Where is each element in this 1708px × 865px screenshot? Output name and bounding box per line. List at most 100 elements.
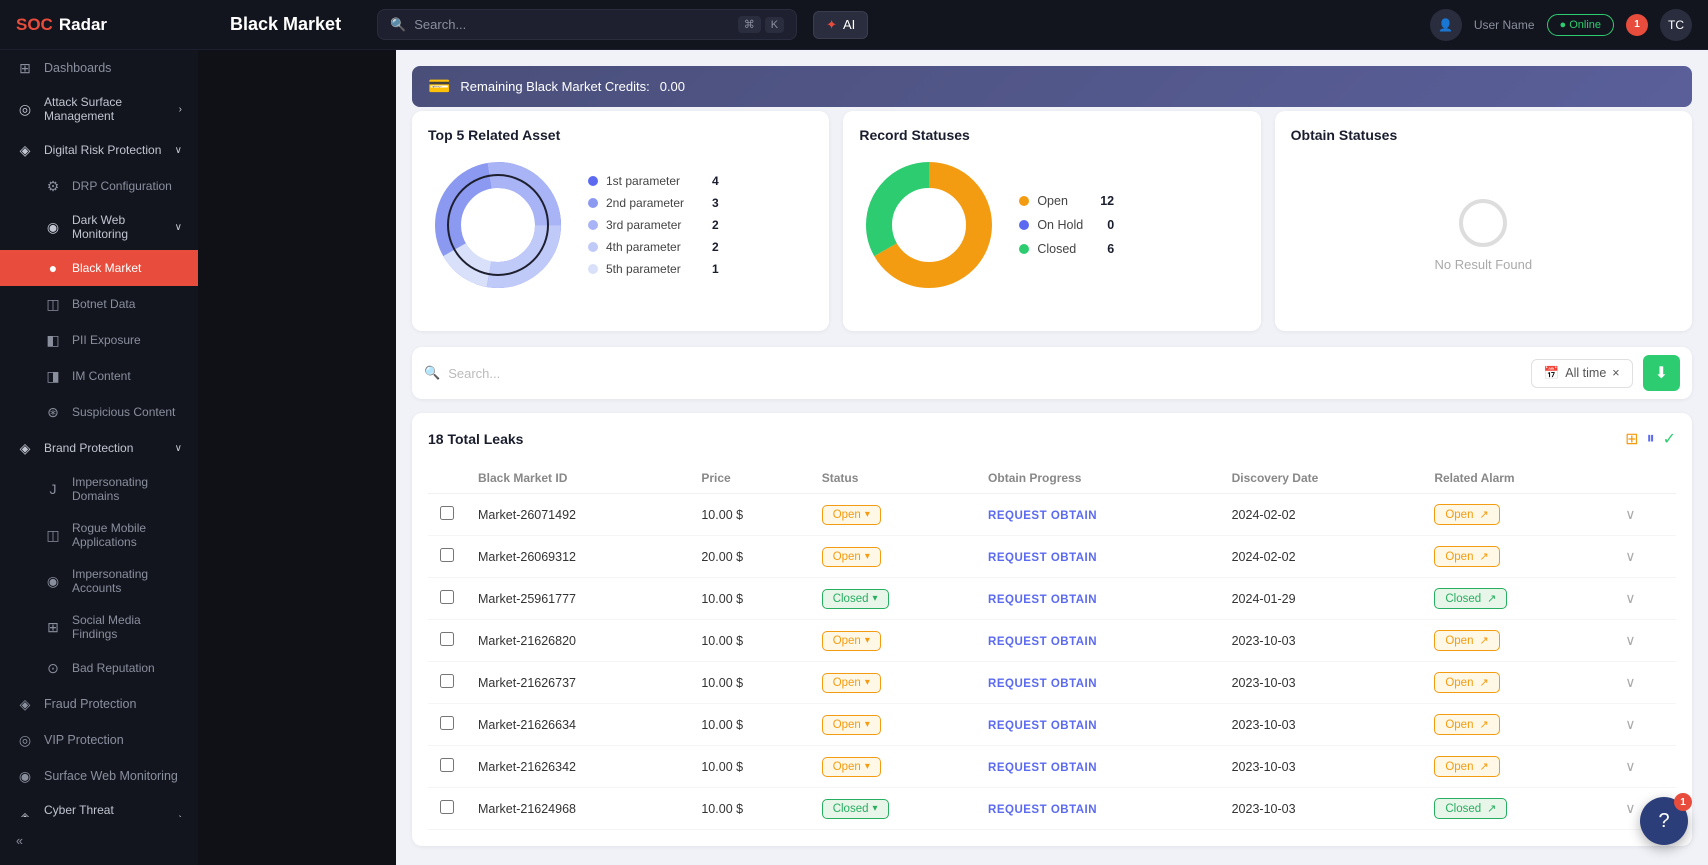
alarm-badge-0[interactable]: Open ↗ <box>1434 504 1499 525</box>
alarm-badge-5[interactable]: Open ↗ <box>1434 714 1499 735</box>
cell-alarm-4[interactable]: Open ↗ <box>1422 662 1613 704</box>
cell-checkbox-1[interactable] <box>428 536 466 578</box>
alarm-badge-1[interactable]: Open ↗ <box>1434 546 1499 567</box>
cell-obtain-5[interactable]: REQUEST OBTAIN <box>976 704 1220 746</box>
status-chevron-7[interactable]: ▾ <box>873 803 878 814</box>
alarm-badge-4[interactable]: Open ↗ <box>1434 672 1499 693</box>
global-search-bar[interactable]: 🔍 ⌘ K <box>377 9 797 40</box>
status-chevron-2[interactable]: ▾ <box>873 593 878 604</box>
sidebar-item-vip-protection[interactable]: ◎ VIP Protection <box>0 722 198 758</box>
alarm-ext-icon-3[interactable]: ↗ <box>1479 634 1488 647</box>
cell-checkbox-6[interactable] <box>428 746 466 788</box>
alarm-ext-icon-1[interactable]: ↗ <box>1479 550 1488 563</box>
cell-obtain-1[interactable]: REQUEST OBTAIN <box>976 536 1220 578</box>
expand-btn-7[interactable]: ∨ <box>1625 800 1635 816</box>
cell-alarm-1[interactable]: Open ↗ <box>1422 536 1613 578</box>
alarm-ext-icon-4[interactable]: ↗ <box>1479 676 1488 689</box>
sidebar-item-social-media[interactable]: ⊞ Social Media Findings <box>0 604 198 650</box>
obtain-link-3[interactable]: REQUEST OBTAIN <box>988 636 1097 648</box>
cell-checkbox-0[interactable] <box>428 494 466 536</box>
sidebar-item-drp-config[interactable]: ⚙ DRP Configuration <box>0 168 198 204</box>
row-checkbox-4[interactable] <box>440 674 454 688</box>
obtain-link-1[interactable]: REQUEST OBTAIN <box>988 552 1097 564</box>
row-checkbox-2[interactable] <box>440 590 454 604</box>
alarm-ext-icon-5[interactable]: ↗ <box>1479 718 1488 731</box>
sidebar-item-dashboards[interactable]: ⊞ Dashboards <box>0 50 198 86</box>
status-badge-5[interactable]: Open ▾ <box>822 715 881 735</box>
help-fab[interactable]: ? 1 <box>1640 797 1688 845</box>
pause-view-icon[interactable]: ⏸ <box>1647 430 1655 448</box>
cell-status-5[interactable]: Open ▾ <box>810 704 976 746</box>
cell-checkbox-5[interactable] <box>428 704 466 746</box>
cell-status-2[interactable]: Closed ▾ <box>810 578 976 620</box>
obtain-link-5[interactable]: REQUEST OBTAIN <box>988 720 1097 732</box>
export-button[interactable]: ⬇ <box>1643 355 1680 391</box>
expand-btn-3[interactable]: ∨ <box>1625 632 1635 648</box>
cell-status-7[interactable]: Closed ▾ <box>810 788 976 830</box>
status-badge-2[interactable]: Closed ▾ <box>822 589 889 609</box>
search-input[interactable] <box>414 17 729 32</box>
cell-expand-0[interactable]: ∨ <box>1613 494 1676 536</box>
obtain-link-6[interactable]: REQUEST OBTAIN <box>988 762 1097 774</box>
sidebar-item-bad-reputation[interactable]: ⊙ Bad Reputation <box>0 650 198 686</box>
status-chevron-4[interactable]: ▾ <box>865 677 870 688</box>
status-badge-1[interactable]: Open ▾ <box>822 547 881 567</box>
alarm-badge-7[interactable]: Closed ↗ <box>1434 798 1507 819</box>
cell-obtain-2[interactable]: REQUEST OBTAIN <box>976 578 1220 620</box>
status-chevron-3[interactable]: ▾ <box>865 635 870 646</box>
row-checkbox-3[interactable] <box>440 632 454 646</box>
cell-alarm-0[interactable]: Open ↗ <box>1422 494 1613 536</box>
sidebar-item-dark-web[interactable]: ◉ Dark Web Monitoring ∨ <box>0 204 198 250</box>
alarm-ext-icon-2[interactable]: ↗ <box>1487 592 1496 605</box>
obtain-link-0[interactable]: REQUEST OBTAIN <box>988 510 1097 522</box>
sidebar-item-surface-web[interactable]: ◉ Surface Web Monitoring <box>0 758 198 794</box>
status-chevron-0[interactable]: ▾ <box>865 509 870 520</box>
status-badge-0[interactable]: Open ▾ <box>822 505 881 525</box>
alarm-badge-2[interactable]: Closed ↗ <box>1434 588 1507 609</box>
row-checkbox-7[interactable] <box>440 800 454 814</box>
alarm-badge-6[interactable]: Open ↗ <box>1434 756 1499 777</box>
sidebar-item-impersonating-domains[interactable]: J Impersonating Domains <box>0 466 198 512</box>
cell-status-0[interactable]: Open ▾ <box>810 494 976 536</box>
cell-checkbox-2[interactable] <box>428 578 466 620</box>
sidebar-item-black-market[interactable]: ● Black Market <box>0 250 198 286</box>
cell-alarm-5[interactable]: Open ↗ <box>1422 704 1613 746</box>
clear-filter-icon[interactable]: × <box>1612 366 1619 380</box>
status-badge-4[interactable]: Open ▾ <box>822 673 881 693</box>
cell-status-1[interactable]: Open ▾ <box>810 536 976 578</box>
row-checkbox-5[interactable] <box>440 716 454 730</box>
alarm-ext-icon-0[interactable]: ↗ <box>1479 508 1488 521</box>
expand-btn-5[interactable]: ∨ <box>1625 716 1635 732</box>
cell-alarm-7[interactable]: Closed ↗ <box>1422 788 1613 830</box>
cell-expand-2[interactable]: ∨ <box>1613 578 1676 620</box>
cell-checkbox-7[interactable] <box>428 788 466 830</box>
expand-btn-6[interactable]: ∨ <box>1625 758 1635 774</box>
cell-checkbox-4[interactable] <box>428 662 466 704</box>
cell-checkbox-3[interactable] <box>428 620 466 662</box>
table-search[interactable]: 🔍 <box>424 365 1521 381</box>
notifications-button[interactable]: 1 <box>1626 14 1648 36</box>
status-chevron-6[interactable]: ▾ <box>865 761 870 772</box>
sidebar-item-suspicious-content[interactable]: ⊛ Suspicious Content <box>0 394 198 430</box>
status-chevron-1[interactable]: ▾ <box>865 551 870 562</box>
cell-alarm-6[interactable]: Open ↗ <box>1422 746 1613 788</box>
cell-status-4[interactable]: Open ▾ <box>810 662 976 704</box>
cell-obtain-6[interactable]: REQUEST OBTAIN <box>976 746 1220 788</box>
status-chevron-5[interactable]: ▾ <box>865 719 870 730</box>
status-badge-3[interactable]: Open ▾ <box>822 631 881 651</box>
expand-btn-1[interactable]: ∨ <box>1625 548 1635 564</box>
sidebar-item-drp[interactable]: ◈ Digital Risk Protection ∨ <box>0 132 198 168</box>
sidebar-item-brand-protection[interactable]: ◈ Brand Protection ∨ <box>0 430 198 466</box>
sidebar-item-pii-exposure[interactable]: ◧ PII Exposure <box>0 322 198 358</box>
check-view-icon[interactable]: ✓ <box>1663 429 1676 449</box>
cell-status-6[interactable]: Open ▾ <box>810 746 976 788</box>
sidebar-item-cti[interactable]: ◈ Cyber Threat Intelligence › <box>0 794 198 817</box>
grid-view-icon[interactable]: ⊞ <box>1625 429 1638 449</box>
status-badge-7[interactable]: Closed ▾ <box>822 799 889 819</box>
row-checkbox-0[interactable] <box>440 506 454 520</box>
obtain-link-7[interactable]: REQUEST OBTAIN <box>988 804 1097 816</box>
cell-expand-6[interactable]: ∨ <box>1613 746 1676 788</box>
user-avatar[interactable]: TC <box>1660 9 1692 41</box>
alarm-ext-icon-7[interactable]: ↗ <box>1487 802 1496 815</box>
row-checkbox-1[interactable] <box>440 548 454 562</box>
